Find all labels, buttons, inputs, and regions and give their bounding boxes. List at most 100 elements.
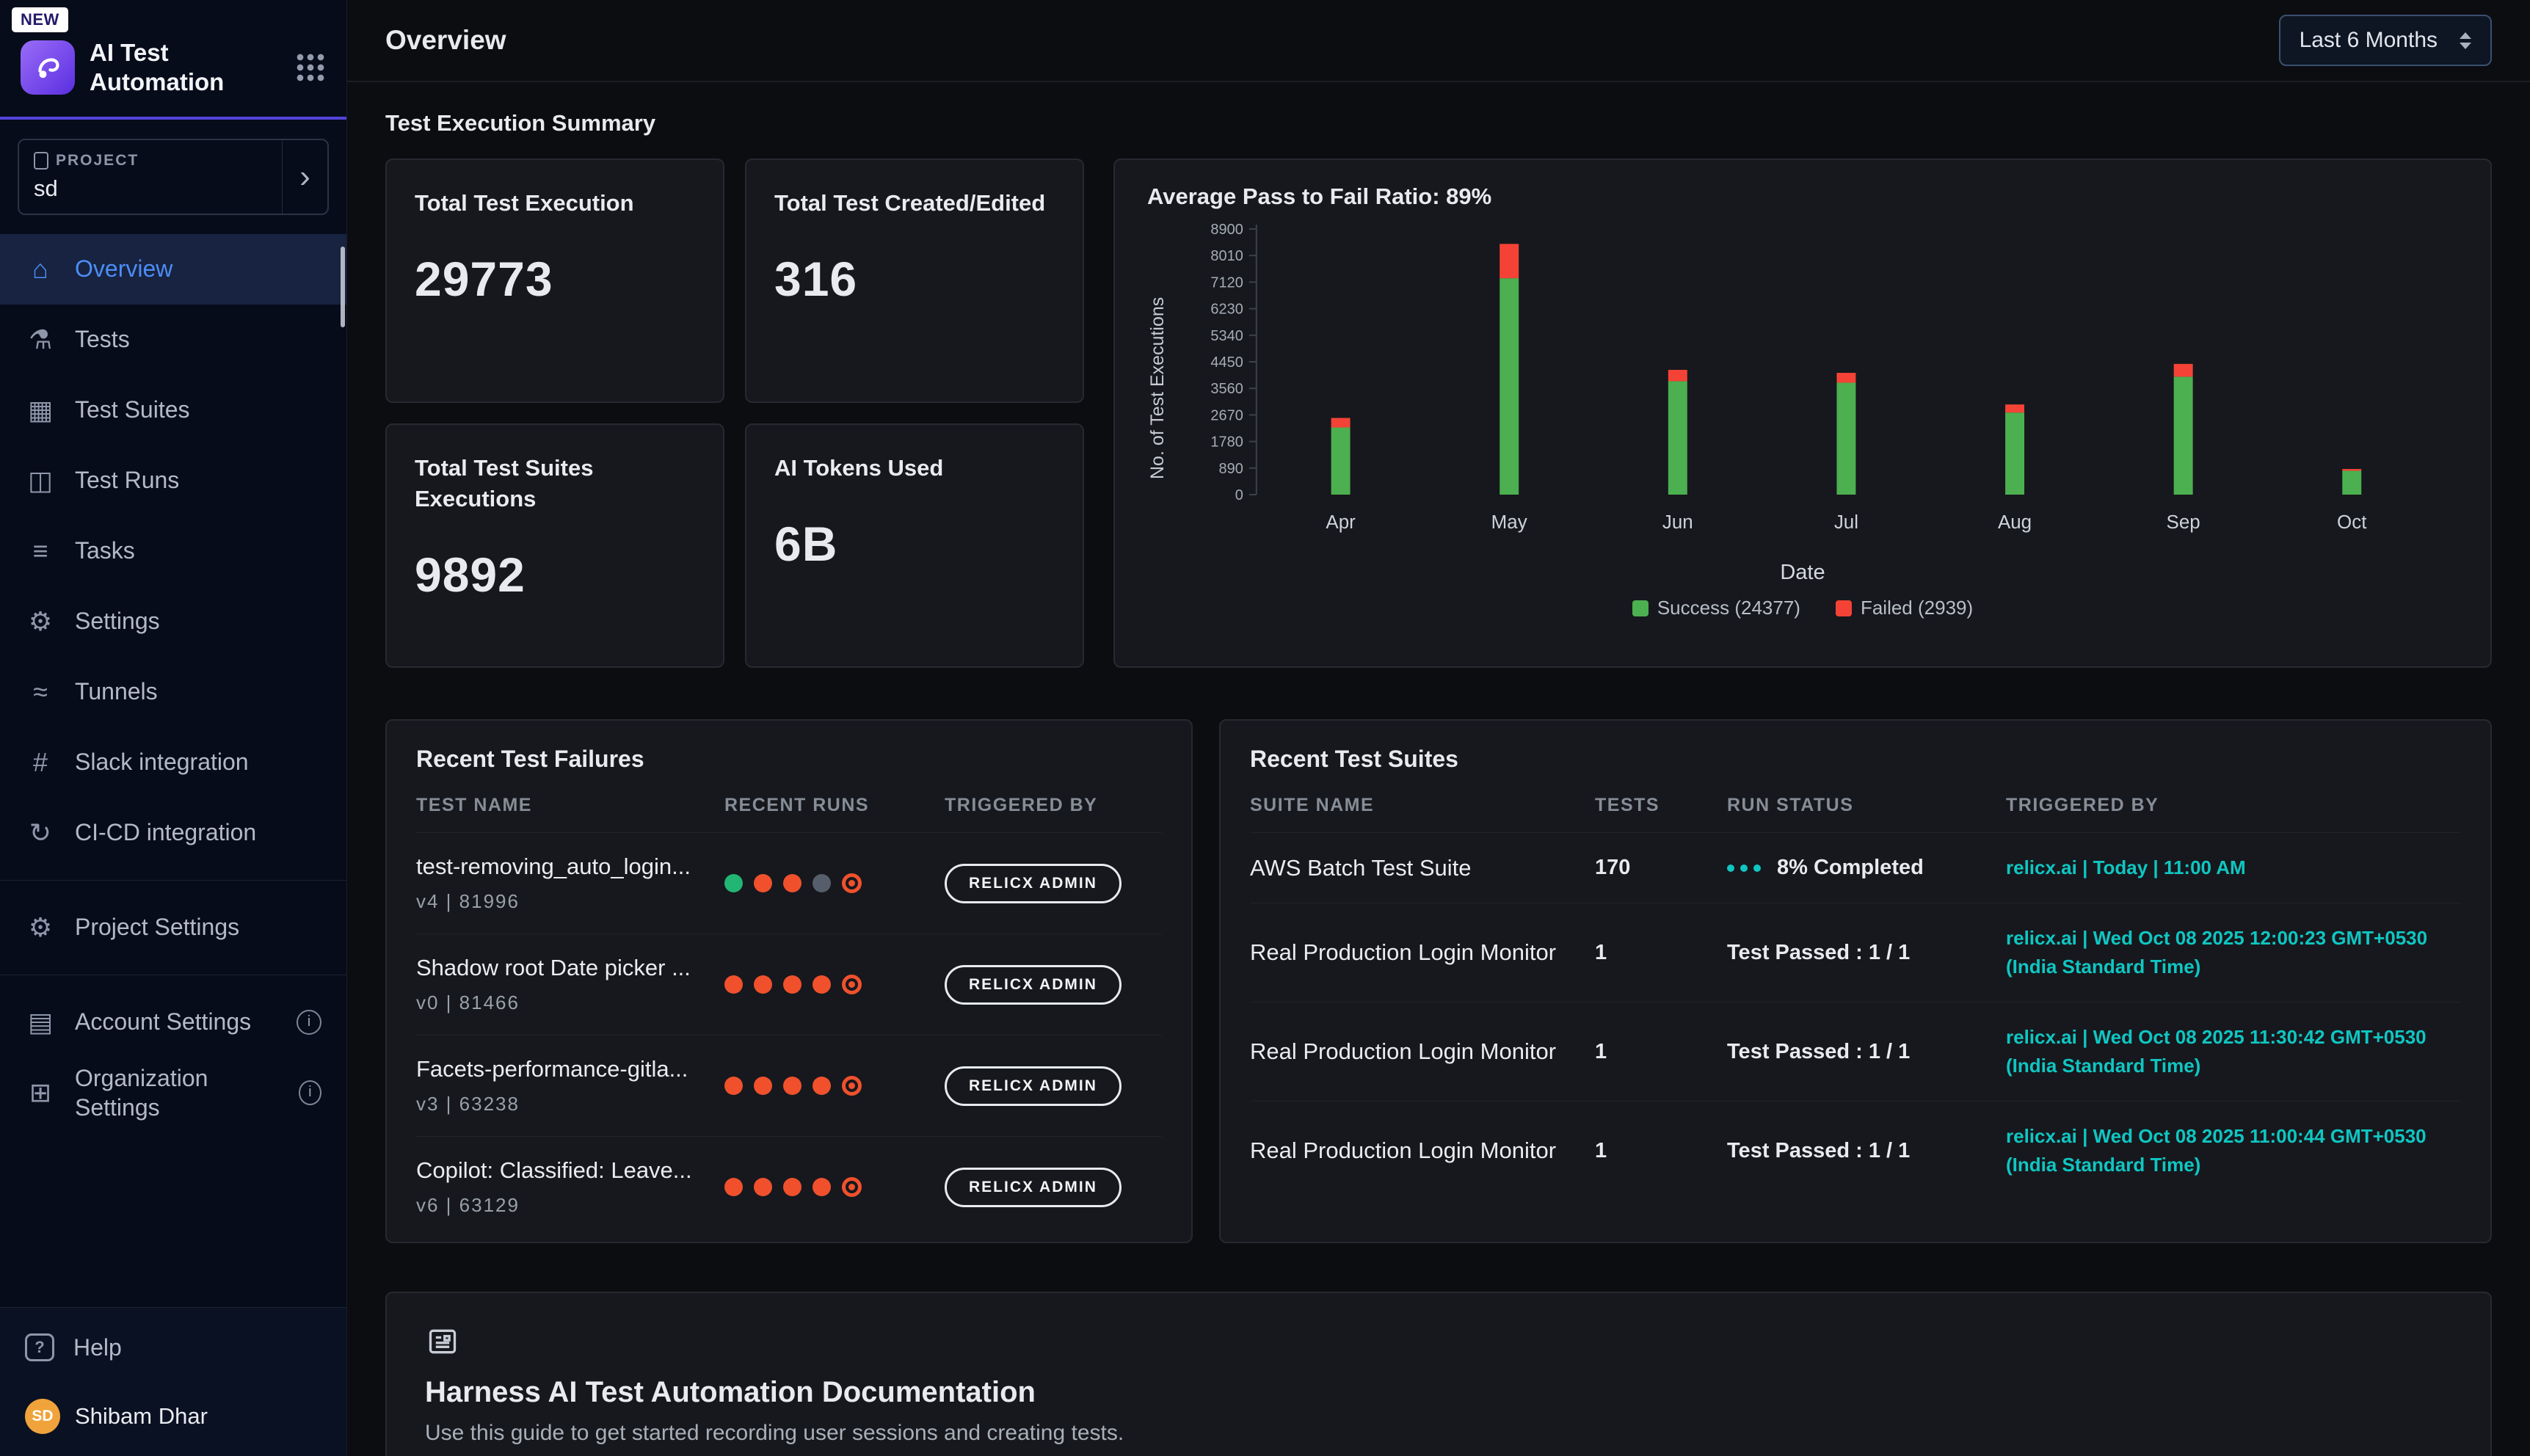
project-value: sd <box>34 175 282 202</box>
triggered-by-link[interactable]: relicx.ai | Wed Oct 08 2025 12:00:23 GMT… <box>2006 924 2461 981</box>
run-status-dot-ring[interactable] <box>842 1177 862 1197</box>
run-status: Test Passed : 1 / 1 <box>1727 1040 1910 1064</box>
sidebar-item-tests[interactable]: ⚗ Tests <box>0 305 346 375</box>
recent-runs-dots[interactable] <box>724 975 945 994</box>
triggered-by-button[interactable]: RELICX ADMIN <box>945 965 1122 1005</box>
brand-header: NEW AI Test Automation <box>0 0 346 120</box>
stat-label: AI Tokens Used <box>774 453 1055 484</box>
recent-runs-dots[interactable] <box>724 873 945 893</box>
run-status-dot-orange[interactable] <box>754 1178 772 1196</box>
user-menu[interactable]: SD Shibam Dhar <box>0 1383 346 1450</box>
run-status-dot-gray[interactable] <box>813 874 831 892</box>
stat-value: 9892 <box>415 547 695 603</box>
chevron-right-icon[interactable]: › <box>282 140 327 214</box>
sidebar-item-test-runs[interactable]: ◫ Test Runs <box>0 445 346 516</box>
run-status-dot-orange[interactable] <box>813 1178 831 1196</box>
run-status-dot-orange[interactable] <box>754 1077 772 1095</box>
progress-dots-icon <box>1727 864 1734 872</box>
sidebar-scrollbar-thumb[interactable] <box>341 247 345 327</box>
run-status-dot-orange[interactable] <box>783 1077 801 1095</box>
recent-runs-dots[interactable] <box>724 1177 945 1197</box>
table-row: Real Production Login Monitor 1 Test Pas… <box>1250 1101 2461 1200</box>
run-status: Test Passed : 1 / 1 <box>1727 1139 1910 1163</box>
run-status-dot-orange[interactable] <box>724 975 743 994</box>
column-test-name: TEST NAME <box>416 795 724 816</box>
suite-name-link[interactable]: Real Production Login Monitor <box>1250 939 1595 966</box>
chevron-updown-icon <box>2460 32 2471 49</box>
flask-icon: ⚗ <box>25 324 56 355</box>
test-runs-icon: ◫ <box>25 465 56 496</box>
sidebar-item-settings[interactable]: ⚙ Settings <box>0 586 346 657</box>
svg-text:Oct: Oct <box>2337 511 2367 533</box>
divider <box>0 880 346 881</box>
tunnel-icon: ≈ <box>25 677 56 707</box>
suite-name-link[interactable]: Real Production Login Monitor <box>1250 1138 1595 1164</box>
sidebar-item-label: Tests <box>75 326 130 353</box>
table-row: Real Production Login Monitor 1 Test Pas… <box>1250 903 2461 1002</box>
run-status-dot-orange[interactable] <box>783 874 801 892</box>
triggered-by-link[interactable]: relicx.ai | Wed Oct 08 2025 11:30:42 GMT… <box>2006 1023 2461 1080</box>
run-status-dot-orange[interactable] <box>783 975 801 994</box>
run-status-dot-orange[interactable] <box>754 874 772 892</box>
project-selector[interactable]: PROJECT sd › <box>18 139 329 215</box>
sidebar-item-label: Test Suites <box>75 396 190 423</box>
sidebar-item-label: Help <box>73 1334 122 1361</box>
column-triggered-by: TRIGGERED BY <box>2006 795 2461 816</box>
svg-text:Jun: Jun <box>1662 511 1693 533</box>
run-status-dot-orange[interactable] <box>754 975 772 994</box>
run-status-dot-ring[interactable] <box>842 873 862 893</box>
run-status-dot-orange[interactable] <box>724 1077 743 1095</box>
run-status-dot-orange[interactable] <box>783 1178 801 1196</box>
sidebar-item-help[interactable]: ? Help <box>0 1312 346 1383</box>
suite-name-link[interactable]: AWS Batch Test Suite <box>1250 855 1595 881</box>
suite-name-link[interactable]: Real Production Login Monitor <box>1250 1038 1595 1065</box>
sidebar-item-slack-integration[interactable]: # Slack integration <box>0 727 346 798</box>
stat-card-total-suite-executions: Total Test Suites Executions 9892 <box>385 423 724 668</box>
sidebar-item-tunnels[interactable]: ≈ Tunnels <box>0 657 346 727</box>
sidebar-item-overview[interactable]: ⌂ Overview <box>0 234 346 305</box>
sidebar-item-test-suites[interactable]: ▦ Test Suites <box>0 375 346 445</box>
sidebar-item-organization-settings[interactable]: ⊞ Organization Settings i <box>0 1058 346 1128</box>
info-icon[interactable]: i <box>299 1080 321 1105</box>
test-name-link[interactable]: Facets-performance-gitla... <box>416 1056 710 1082</box>
triggered-by-button[interactable]: RELICX ADMIN <box>945 1168 1122 1207</box>
new-badge: NEW <box>12 7 68 32</box>
test-name-link[interactable]: Shadow root Date picker ... <box>416 955 710 981</box>
app-logo-icon[interactable] <box>21 40 75 95</box>
triggered-by-button[interactable]: RELICX ADMIN <box>945 1066 1122 1106</box>
triggered-by-link[interactable]: relicx.ai | Today | 11:00 AM <box>2006 853 2461 882</box>
date-range-selector[interactable]: Last 6 Months <box>2279 15 2492 66</box>
sidebar-item-project-settings[interactable]: ⚙ Project Settings <box>0 892 346 963</box>
run-status-dot-orange[interactable] <box>813 975 831 994</box>
docs-title: Harness AI Test Automation Documentation <box>425 1376 2452 1409</box>
suite-tests-count: 1 <box>1595 1040 1727 1064</box>
date-range-value: Last 6 Months <box>2300 28 2438 53</box>
triggered-by-button[interactable]: RELICX ADMIN <box>945 864 1122 903</box>
main-area: Overview Last 6 Months Test Execution Su… <box>347 0 2530 1456</box>
test-name-link[interactable]: Copilot: Classified: Leave... <box>416 1157 710 1184</box>
run-status-dot-orange[interactable] <box>724 1178 743 1196</box>
sidebar-item-tasks[interactable]: ≡ Tasks <box>0 516 346 586</box>
success-swatch-icon <box>1632 600 1649 616</box>
sidebar-item-label: Settings <box>75 608 160 635</box>
run-status-dot-ring[interactable] <box>842 1076 862 1096</box>
legend-label: Failed (2939) <box>1861 597 1973 619</box>
triggered-by-link[interactable]: relicx.ai | Wed Oct 08 2025 11:00:44 GMT… <box>2006 1122 2461 1179</box>
sidebar-item-label: Project Settings <box>75 914 239 941</box>
account-icon: ▤ <box>25 1007 56 1038</box>
app-title: AI Test Automation <box>90 38 224 98</box>
info-icon[interactable]: i <box>297 1010 321 1035</box>
svg-text:Sep: Sep <box>2167 511 2200 533</box>
sidebar-item-cicd-integration[interactable]: ↻ CI-CD integration <box>0 798 346 868</box>
run-status-dot-green[interactable] <box>724 874 743 892</box>
run-status-dot-orange[interactable] <box>813 1077 831 1095</box>
run-status-dot-ring[interactable] <box>842 975 862 994</box>
svg-text:8900: 8900 <box>1210 222 1243 238</box>
apps-grid-icon[interactable] <box>295 52 326 83</box>
sidebar-item-label: Slack integration <box>75 749 249 776</box>
recent-runs-dots[interactable] <box>724 1076 945 1096</box>
stat-value: 29773 <box>415 251 695 307</box>
avatar: SD <box>25 1399 60 1434</box>
sidebar-item-account-settings[interactable]: ▤ Account Settings i <box>0 987 346 1058</box>
test-name-link[interactable]: test-removing_auto_login... <box>416 853 710 880</box>
